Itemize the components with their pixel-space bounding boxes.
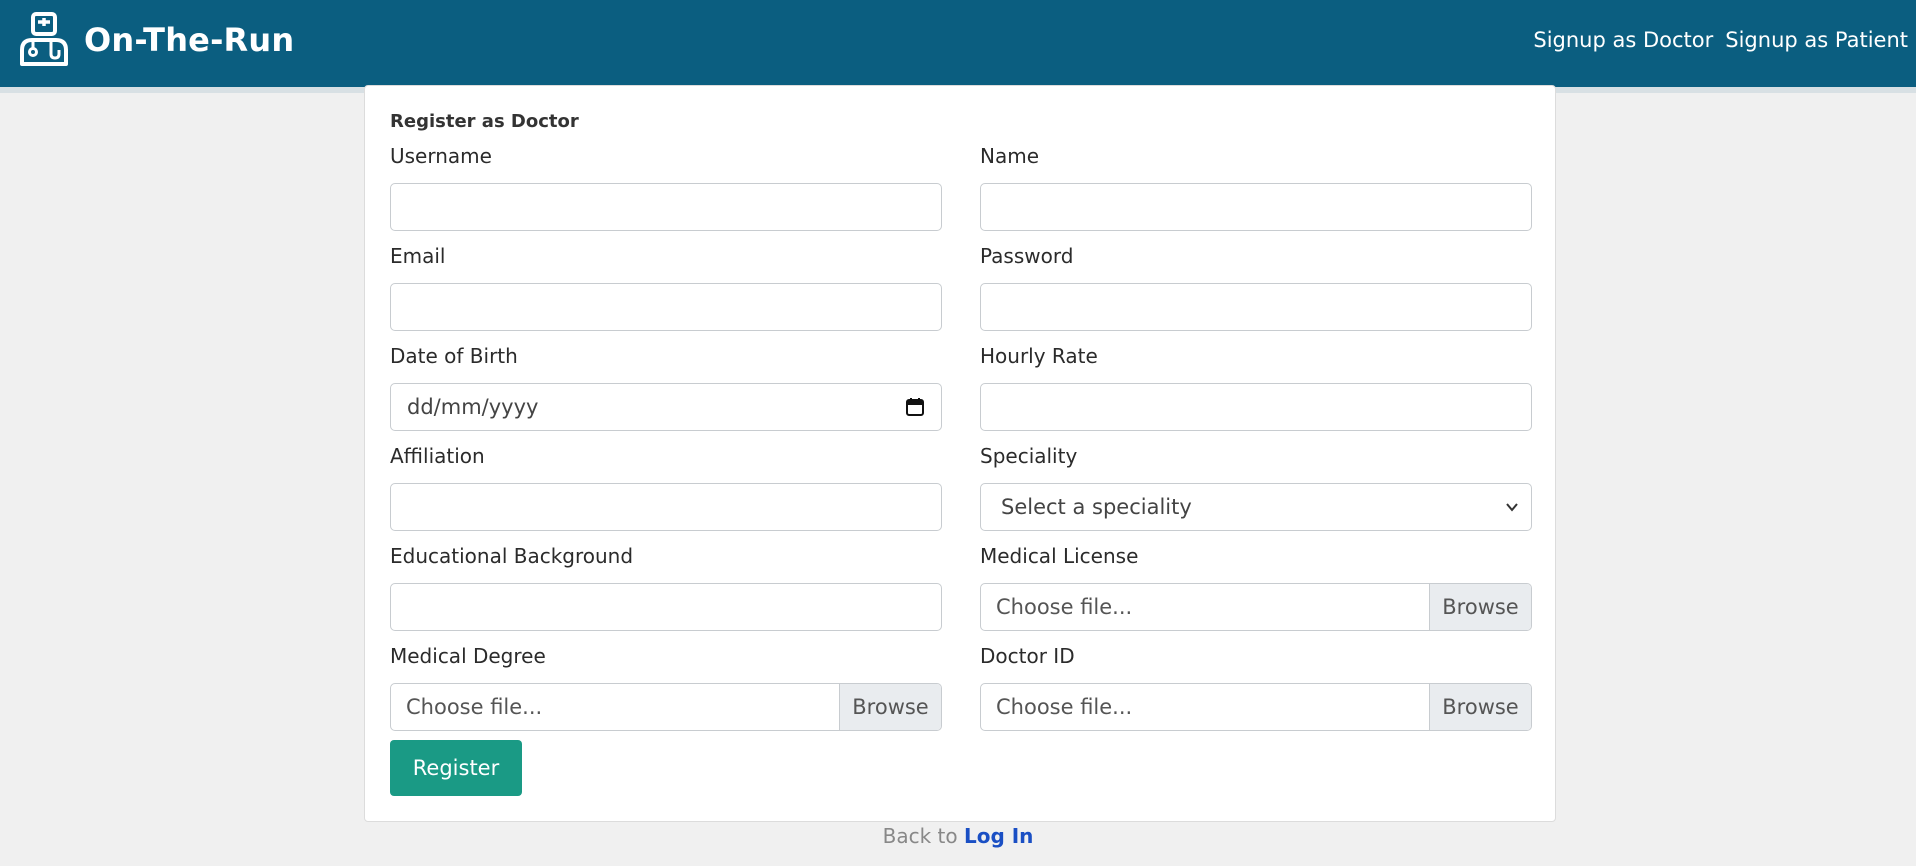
nav-signup-doctor-link[interactable]: Signup as Doctor bbox=[1533, 28, 1713, 52]
hourly-rate-label: Hourly Rate bbox=[980, 344, 1098, 368]
speciality-group: Speciality Select a speciality bbox=[980, 443, 1532, 531]
footer: Back to Log In bbox=[0, 824, 1916, 848]
speciality-selected: Select a speciality bbox=[1001, 495, 1192, 519]
degree-browse-button[interactable]: Browse bbox=[839, 684, 941, 730]
navbar: On-The-Run Signup as Doctor Signup as Pa… bbox=[0, 0, 1916, 93]
affiliation-group: Affiliation bbox=[390, 443, 942, 531]
hourly-rate-group: Hourly Rate bbox=[980, 343, 1532, 431]
degree-group: Medical Degree Choose file... Browse bbox=[390, 643, 942, 731]
education-label: Educational Background bbox=[390, 544, 634, 568]
register-button[interactable]: Register bbox=[390, 740, 522, 796]
degree-file-placeholder: Choose file... bbox=[406, 695, 543, 719]
dob-placeholder: dd/mm/yyyy bbox=[407, 395, 539, 419]
doctor-id-label: Doctor ID bbox=[980, 644, 1075, 668]
license-browse-button[interactable]: Browse bbox=[1429, 584, 1531, 630]
nav-links: Signup as Doctor Signup as Patient bbox=[1533, 28, 1908, 52]
affiliation-input[interactable] bbox=[390, 483, 942, 531]
login-link[interactable]: Log In bbox=[964, 824, 1033, 848]
brand-name: On-The-Run bbox=[84, 21, 295, 59]
doctor-icon bbox=[20, 12, 68, 66]
name-label: Name bbox=[980, 144, 1040, 168]
doctor-id-file-input[interactable]: Choose file... Browse bbox=[980, 683, 1532, 731]
doctor-id-file-placeholder: Choose file... bbox=[996, 695, 1133, 719]
license-label: Medical License bbox=[980, 544, 1139, 568]
register-card: Register as Doctor Username Name Email P… bbox=[364, 85, 1556, 822]
nav-signup-patient-link[interactable]: Signup as Patient bbox=[1725, 28, 1908, 52]
affiliation-label: Affiliation bbox=[390, 444, 485, 468]
chevron-down-icon bbox=[1506, 503, 1518, 512]
form-title: Register as Doctor bbox=[390, 111, 579, 132]
email-group: Email bbox=[390, 243, 942, 331]
hourly-rate-input[interactable] bbox=[980, 383, 1532, 431]
password-label: Password bbox=[980, 244, 1074, 268]
email-input[interactable] bbox=[390, 283, 942, 331]
password-input[interactable] bbox=[980, 283, 1532, 331]
username-input[interactable] bbox=[390, 183, 942, 231]
degree-label: Medical Degree bbox=[390, 644, 546, 668]
username-group: Username bbox=[390, 143, 942, 231]
education-group: Educational Background bbox=[390, 543, 942, 631]
degree-file-input[interactable]: Choose file... Browse bbox=[390, 683, 942, 731]
license-file-input[interactable]: Choose file... Browse bbox=[980, 583, 1532, 631]
name-group: Name bbox=[980, 143, 1532, 231]
brand-link[interactable]: On-The-Run bbox=[16, 10, 294, 70]
password-group: Password bbox=[980, 243, 1532, 331]
doctor-id-group: Doctor ID Choose file... Browse bbox=[980, 643, 1532, 731]
footer-text: Back to bbox=[882, 824, 964, 848]
license-file-placeholder: Choose file... bbox=[996, 595, 1133, 619]
license-group: Medical License Choose file... Browse bbox=[980, 543, 1532, 631]
username-label: Username bbox=[390, 144, 492, 168]
email-label: Email bbox=[390, 244, 446, 268]
speciality-select[interactable]: Select a speciality bbox=[980, 483, 1532, 531]
dob-label: Date of Birth bbox=[390, 344, 518, 368]
speciality-label: Speciality bbox=[980, 444, 1078, 468]
dob-input[interactable]: dd/mm/yyyy bbox=[390, 383, 942, 431]
calendar-icon[interactable] bbox=[905, 397, 925, 417]
dob-group: Date of Birth dd/mm/yyyy bbox=[390, 343, 942, 431]
doctor-id-browse-button[interactable]: Browse bbox=[1429, 684, 1531, 730]
education-input[interactable] bbox=[390, 583, 942, 631]
name-input[interactable] bbox=[980, 183, 1532, 231]
